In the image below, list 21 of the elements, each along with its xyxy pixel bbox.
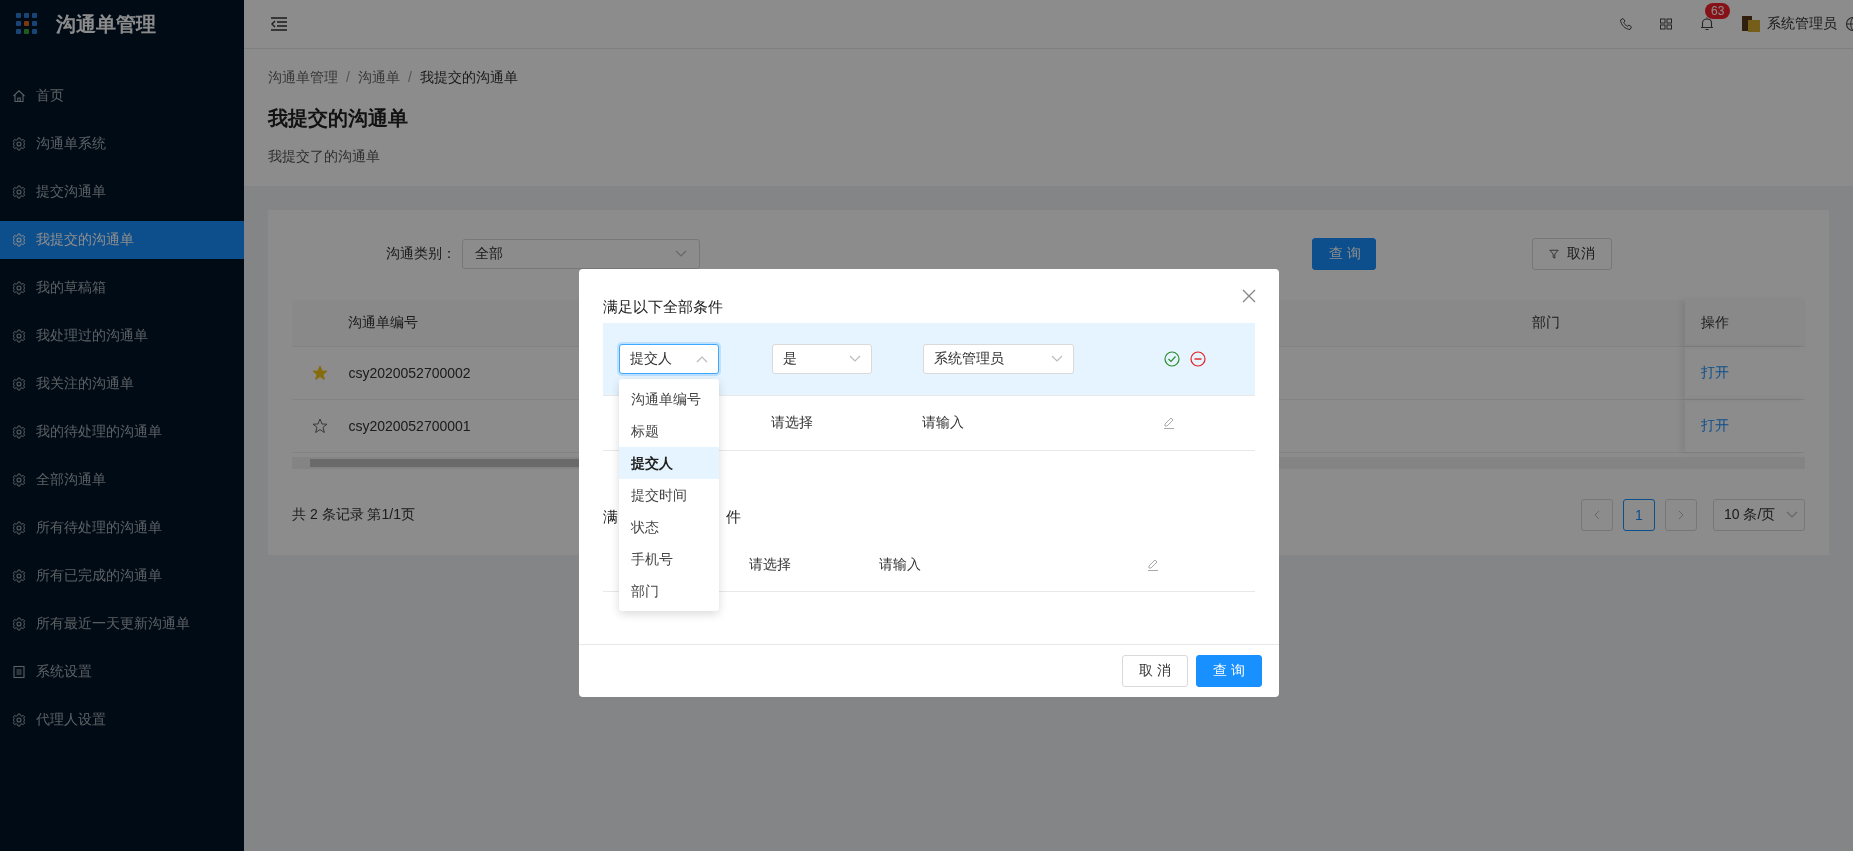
page-subtitle: 我提交了的沟通单	[268, 148, 381, 166]
table-cell: csy2020052700001	[348, 418, 471, 434]
breadcrumb-current: 我提交的沟通单	[419, 69, 518, 87]
breadcrumb-separator: /	[407, 69, 412, 87]
group-title: 满	[603, 507, 618, 527]
operator-text: 请选择	[771, 414, 814, 432]
column-header: 部门	[1531, 314, 1560, 330]
column-header: 沟通单编号	[348, 314, 419, 330]
record-summary: 共 2 条记录 第1/1页	[292, 506, 415, 524]
notification-badge: 63	[1705, 3, 1731, 19]
breadcrumb-separator: /	[346, 69, 350, 87]
operator-text: 请选择	[749, 556, 792, 574]
value-text: 请输入	[879, 556, 922, 574]
column-header: 操作	[1701, 314, 1730, 332]
group-title: 件	[726, 507, 741, 527]
filter-label: 沟通类别：	[386, 245, 457, 263]
value-text: 请输入	[922, 414, 965, 432]
page-title: 我提交的沟通单	[268, 106, 409, 131]
table-cell: csy2020052700002	[348, 365, 471, 381]
app-title: 沟通单管理	[56, 11, 156, 37]
group-title: 满足以下全部条件	[603, 297, 723, 317]
